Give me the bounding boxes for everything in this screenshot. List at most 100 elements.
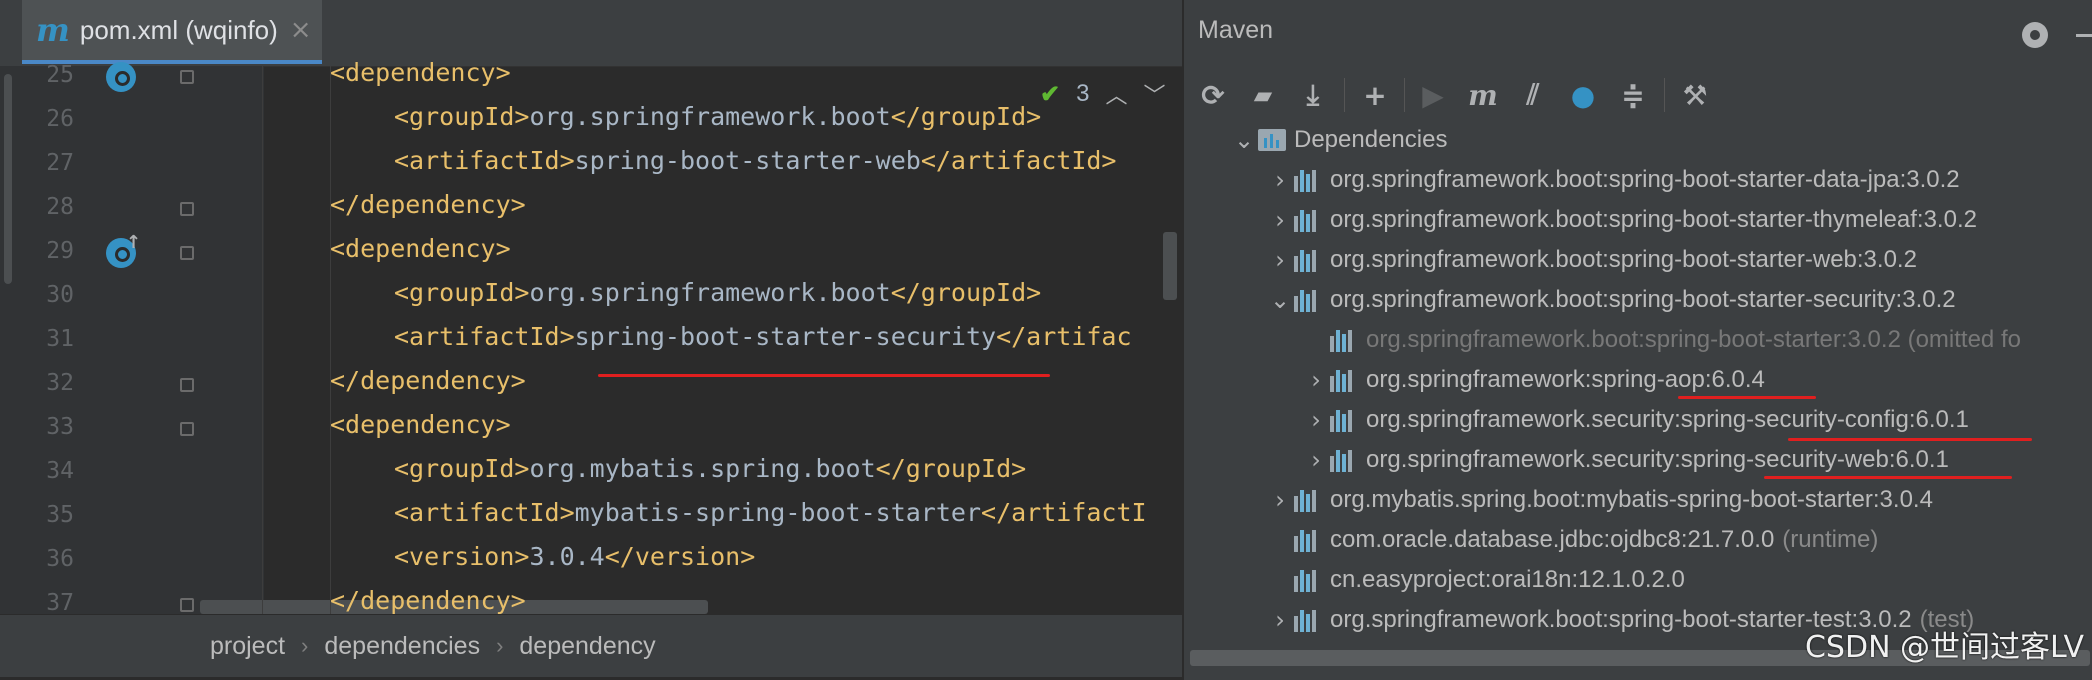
dependency-tree-node[interactable]: › org.springframework.boot:spring-boot-st… bbox=[1266, 200, 1977, 240]
xml-text: org.springframework.boot bbox=[529, 278, 891, 307]
library-icon bbox=[1294, 488, 1322, 512]
breadcrumb-project[interactable]: project bbox=[200, 632, 295, 661]
tab-pom-xml[interactable]: m pom.xml (wqinfo) × bbox=[22, 0, 322, 64]
toggle-offline-icon[interactable]: ⫽ bbox=[1514, 76, 1552, 114]
xml-tag: <artifactId> bbox=[394, 322, 575, 351]
code-line: <groupId>org.springframework.boot</group… bbox=[394, 278, 1041, 307]
gear-icon[interactable] bbox=[2022, 22, 2048, 48]
tree-node-label: org.springframework.security:spring-secu… bbox=[1366, 406, 1969, 433]
tool-strip-scroll-thumb[interactable] bbox=[4, 74, 12, 284]
chevron-down-icon[interactable]: ﹀ bbox=[1143, 78, 1165, 110]
code-line: <artifactId>spring-boot-starter-security… bbox=[394, 322, 1132, 351]
dependency-tree-node[interactable]: cn.easyproject:orai18n:12.1.0.2.0 bbox=[1266, 560, 1685, 600]
breadcrumb-separator-icon: › bbox=[496, 633, 504, 658]
add-icon[interactable]: + bbox=[1356, 76, 1394, 114]
dependency-tree-node[interactable]: › org.springframework.security:spring-sec… bbox=[1302, 400, 1969, 440]
code-line: </dependency> bbox=[330, 586, 526, 615]
chevron-right-icon[interactable]: › bbox=[1266, 606, 1294, 634]
line-number: 25 bbox=[46, 62, 74, 88]
library-icon bbox=[1330, 368, 1358, 392]
generate-sources-icon[interactable]: ▰ bbox=[1244, 76, 1282, 114]
chevron-right-icon[interactable]: › bbox=[1266, 206, 1294, 234]
chevron-right-icon[interactable]: › bbox=[1302, 366, 1330, 394]
run-icon[interactable]: ▶ bbox=[1414, 76, 1452, 114]
chevron-down-icon[interactable]: ⌄ bbox=[1266, 286, 1294, 314]
fold-marker-icon[interactable] bbox=[180, 598, 194, 612]
tree-node-label: org.springframework.boot:spring-boot-sta… bbox=[1330, 206, 1977, 233]
chevron-up-icon[interactable]: ︿ bbox=[1105, 78, 1127, 110]
code-line: </dependency> bbox=[330, 190, 526, 219]
code-line: <artifactId>mybatis-spring-boot-starter<… bbox=[394, 498, 1147, 527]
chevron-right-icon[interactable]: › bbox=[1266, 166, 1294, 194]
chevron-down-icon[interactable]: ⌄ bbox=[1230, 126, 1258, 154]
fold-marker-icon[interactable] bbox=[180, 202, 194, 216]
chevron-right-icon[interactable]: › bbox=[1302, 406, 1330, 434]
library-icon bbox=[1294, 528, 1322, 552]
dependency-tree-node[interactable]: › org.springframework.boot:spring-boot-st… bbox=[1266, 240, 1917, 280]
line-number: 26 bbox=[46, 106, 74, 132]
fold-marker-icon[interactable] bbox=[180, 70, 194, 84]
tree-node-label: org.springframework.boot:spring-boot-sta… bbox=[1330, 166, 1960, 193]
fold-marker-icon[interactable] bbox=[180, 378, 194, 392]
toolbar-separator bbox=[1344, 78, 1345, 112]
dependency-tree-node[interactable]: › org.springframework.boot:spring-boot-st… bbox=[1266, 160, 1960, 200]
xml-tag: <dependency> bbox=[330, 234, 511, 263]
dependency-tree-node[interactable]: › org.mybatis.spring.boot:mybatis-spring-… bbox=[1266, 480, 1933, 520]
line-number: 31 bbox=[46, 326, 74, 352]
editor-pane: m pom.xml (wqinfo) × ✔ 3 ︿ ﹀ project › d… bbox=[0, 0, 1182, 680]
execute-goal-icon[interactable]: m bbox=[1464, 76, 1502, 114]
code-line: <dependency> bbox=[330, 234, 511, 263]
xml-tag: <groupId> bbox=[394, 454, 530, 483]
dependency-tree-node[interactable]: org.springframework.boot:spring-boot-sta… bbox=[1302, 320, 2021, 360]
chevron-right-icon[interactable]: › bbox=[1302, 446, 1330, 474]
reload-icon[interactable]: ⟳ bbox=[1194, 76, 1232, 114]
xml-tag: </groupId> bbox=[890, 278, 1042, 307]
watermark-text: CSDN @世间过客LV bbox=[1804, 630, 2084, 665]
code-line: <artifactId>spring-boot-starter-web</art… bbox=[394, 146, 1116, 175]
tree-node-dependencies[interactable]: ⌄ Dependencies bbox=[1230, 120, 1448, 160]
tree-node-label: org.springframework:spring-aop:6.0.4 bbox=[1366, 366, 1765, 393]
xml-tag: </version> bbox=[604, 542, 756, 571]
code-line: <groupId>org.mybatis.spring.boot</groupI… bbox=[394, 454, 1026, 483]
inspection-widget[interactable]: ✔ 3 ︿ ﹀ bbox=[1040, 78, 1166, 110]
inspection-count: 3 bbox=[1076, 80, 1090, 107]
download-icon[interactable]: ⤓ bbox=[1294, 76, 1332, 114]
dependency-tree-node[interactable]: com.oracle.database.jdbc:ojdbc8:21.7.0.0… bbox=[1266, 520, 1878, 560]
annotation-underline bbox=[1788, 438, 2032, 441]
tree-node-label: org.springframework.security:spring-secu… bbox=[1366, 446, 1949, 473]
dependency-gutter-icon[interactable]: ↑ bbox=[106, 232, 141, 268]
xml-text: 3.0.4 bbox=[529, 542, 605, 571]
maven-title: Maven bbox=[1198, 15, 1274, 44]
fold-marker-icon[interactable] bbox=[180, 422, 194, 436]
skip-tests-icon[interactable]: ● bbox=[1564, 76, 1602, 114]
close-icon[interactable]: × bbox=[290, 15, 312, 45]
breadcrumb-dependencies[interactable]: dependencies bbox=[314, 632, 490, 661]
minimize-icon[interactable] bbox=[2076, 34, 2092, 37]
settings-wrench-icon[interactable]: ⚒ bbox=[1676, 76, 1714, 114]
dependency-gutter-icon[interactable] bbox=[106, 62, 136, 92]
xml-tag: </artifac bbox=[996, 322, 1132, 351]
tree-node-label: org.springframework.boot:spring-boot-sta… bbox=[1366, 326, 2021, 353]
chevron-right-icon[interactable]: › bbox=[1266, 486, 1294, 514]
xml-tag: <groupId> bbox=[394, 278, 530, 307]
ide-window: m pom.xml (wqinfo) × ✔ 3 ︿ ﹀ project › d… bbox=[0, 0, 2092, 680]
dependency-tree-node[interactable]: › org.springframework:spring-aop:6.0.4 bbox=[1302, 360, 1765, 400]
library-icon bbox=[1294, 208, 1322, 232]
maven-toolbar: ⟳ ▰ ⤓ + ▶ m ⫽ ● ≑ ⚒ bbox=[1184, 70, 2092, 120]
indent-guide bbox=[330, 66, 331, 614]
dependency-tree-node[interactable]: › org.springframework.security:spring-sec… bbox=[1302, 440, 1949, 480]
maven-header: Maven bbox=[1184, 0, 2092, 60]
vertical-scrollbar[interactable] bbox=[1163, 232, 1177, 300]
library-icon bbox=[1294, 168, 1322, 192]
maven-tool-window: Maven ⟳ ▰ ⤓ + ▶ m ⫽ ● ≑ ⚒ ⌄ Dependencies ›… bbox=[1182, 0, 2092, 680]
tab-title: pom.xml (wqinfo) bbox=[79, 14, 278, 45]
chevron-right-icon[interactable]: › bbox=[1266, 246, 1294, 274]
fold-marker-icon[interactable] bbox=[180, 246, 194, 260]
breadcrumb-dependency[interactable]: dependency bbox=[509, 632, 665, 661]
arrow-up-icon: ↑ bbox=[126, 232, 142, 253]
code-line: </dependency> bbox=[330, 366, 526, 395]
line-number: 33 bbox=[46, 414, 74, 440]
tree-node-label: com.oracle.database.jdbc:ojdbc8:21.7.0.0 bbox=[1330, 526, 1775, 553]
dependency-tree-node[interactable]: ⌄ org.springframework.boot:spring-boot-st… bbox=[1266, 280, 1956, 320]
collapse-all-icon[interactable]: ≑ bbox=[1614, 76, 1652, 114]
